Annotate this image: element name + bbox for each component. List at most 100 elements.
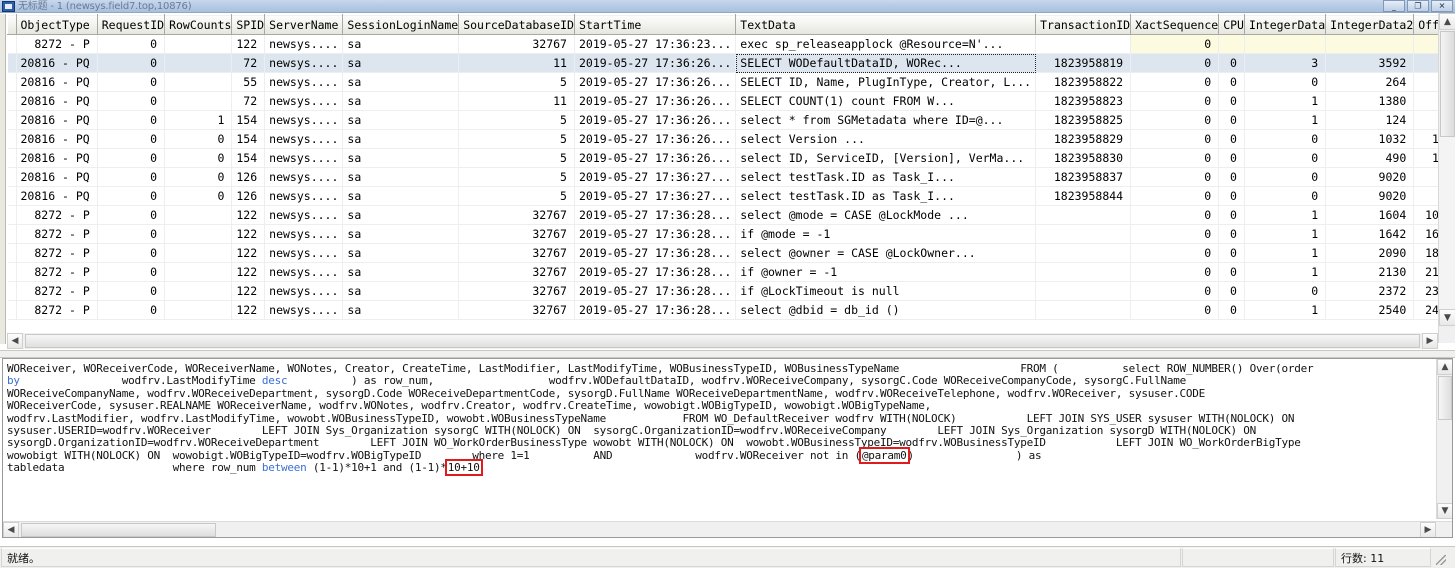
cell-SessionLoginName[interactable]: sa — [342, 148, 460, 168]
column-header-RowCounts[interactable]: RowCounts — [164, 14, 233, 35]
cell-StartTime[interactable]: 2019-05-27 17:36:28... — [574, 205, 737, 225]
grid-body[interactable]: 8272 - P 0 122 newsys.... sa 32767 2019-05-27 … — [7, 34, 1455, 320]
cell-TextData[interactable]: select @dbid = db_id () — [735, 300, 1037, 320]
sql-vertical-scrollbar[interactable]: ▲ ▼ — [1436, 359, 1452, 519]
cell-SessionLoginName[interactable]: sa — [342, 243, 460, 263]
cell-SessionLoginName[interactable]: sa — [342, 300, 460, 320]
cell-CPU[interactable]: 0 — [1218, 110, 1245, 130]
cell-RequestID[interactable]: 0 — [97, 224, 166, 244]
cell-IntegerData2[interactable]: 264 — [1325, 72, 1415, 92]
maximize-button[interactable]: ❐ — [1407, 0, 1429, 12]
cell-rowhdr[interactable] — [7, 205, 17, 225]
cell-SessionLoginName[interactable]: sa — [342, 205, 460, 225]
cell-TransactionID[interactable]: 1823958825 — [1035, 110, 1132, 130]
cell-XactSequence[interactable]: 0 — [1130, 300, 1220, 320]
cell-ServerName[interactable]: newsys.... — [264, 129, 344, 149]
grid-corner-header[interactable] — [7, 14, 17, 35]
cell-ServerName[interactable]: newsys.... — [264, 262, 344, 282]
cell-RequestID[interactable]: 0 — [97, 129, 166, 149]
cell-RequestID[interactable]: 0 — [97, 281, 166, 301]
cell-SourceDatabaseID[interactable]: 5 — [458, 72, 575, 92]
cell-RequestID[interactable]: 0 — [97, 72, 166, 92]
cell-IntegerData2[interactable]: 9020 — [1325, 167, 1415, 187]
cell-CPU[interactable]: 0 — [1218, 224, 1245, 244]
column-header-ServerName[interactable]: ServerName — [264, 14, 344, 35]
cell-TextData[interactable]: select @owner = CASE @LockOwner... — [735, 243, 1037, 263]
cell-XactSequence[interactable]: 0 — [1130, 129, 1220, 149]
cell-RowCounts[interactable] — [164, 53, 233, 73]
cell-ServerName[interactable]: newsys.... — [264, 243, 344, 263]
cell-IntegerData[interactable]: 1 — [1244, 224, 1327, 244]
cell-IntegerData[interactable]: 0 — [1244, 281, 1327, 301]
sql-scroll-up-icon[interactable]: ▲ — [1437, 359, 1452, 375]
cell-ServerName[interactable]: newsys.... — [264, 167, 344, 187]
cell-TransactionID[interactable] — [1035, 300, 1132, 320]
cell-TransactionID[interactable]: 1823958823 — [1035, 91, 1132, 111]
cell-StartTime[interactable]: 2019-05-27 17:36:26... — [574, 91, 737, 111]
cell-IntegerData2[interactable]: 124 — [1325, 110, 1415, 130]
cell-IntegerData2[interactable]: 2130 — [1325, 262, 1415, 282]
table-row[interactable]: 20816 - PQ 0 0 154 newsys.... sa 5 2019-05-27 1… — [7, 148, 1455, 168]
column-header-SourceDatabaseID[interactable]: SourceDatabaseID — [458, 14, 575, 35]
cell-TextData[interactable]: select * from SGMetadata where ID=@... — [735, 110, 1037, 130]
cell-IntegerData[interactable] — [1244, 34, 1327, 54]
table-row[interactable]: 8272 - P 0 122 newsys.... sa 32767 2019-05-27 … — [7, 224, 1455, 244]
sql-scroll-down-icon[interactable]: ▼ — [1437, 503, 1452, 519]
cell-StartTime[interactable]: 2019-05-27 17:36:28... — [574, 300, 737, 320]
cell-rowhdr[interactable] — [7, 148, 17, 168]
table-row[interactable]: 20816 - PQ 0 72 newsys.... sa 11 2019-05-27 17… — [7, 53, 1455, 73]
cell-IntegerData2[interactable]: 1604 — [1325, 205, 1415, 225]
cell-IntegerData[interactable]: 0 — [1244, 148, 1327, 168]
cell-SessionLoginName[interactable]: sa — [342, 53, 460, 73]
cell-RowCounts[interactable]: 1 — [164, 110, 233, 130]
cell-StartTime[interactable]: 2019-05-27 17:36:26... — [574, 148, 737, 168]
cell-SourceDatabaseID[interactable]: 5 — [458, 110, 575, 130]
grid-header-row[interactable]: ObjectType RequestID RowCounts SPID ServerNa… — [7, 14, 1455, 35]
cell-TextData[interactable]: select ID, ServiceID, [Version], VerMa..… — [735, 148, 1037, 168]
cell-TextData[interactable]: if @mode = -1 — [735, 224, 1037, 244]
cell-rowhdr[interactable] — [7, 110, 17, 130]
cell-ObjectType[interactable]: 20816 - PQ — [16, 91, 98, 111]
cell-SPID[interactable]: 122 — [231, 205, 266, 225]
sql-scroll-right-icon[interactable]: ▶ — [1420, 522, 1436, 537]
cell-ObjectType[interactable]: 20816 - PQ — [16, 148, 98, 168]
cell-TextData[interactable]: SELECT COUNT(1) count FROM W... — [735, 91, 1037, 111]
cell-TransactionID[interactable]: 1823958822 — [1035, 72, 1132, 92]
cell-CPU[interactable]: 0 — [1218, 167, 1245, 187]
cell-SessionLoginName[interactable]: sa — [342, 262, 460, 282]
cell-rowhdr[interactable] — [7, 34, 17, 54]
cell-TransactionID[interactable] — [1035, 243, 1132, 263]
cell-SourceDatabaseID[interactable]: 5 — [458, 167, 575, 187]
cell-SourceDatabaseID[interactable]: 32767 — [458, 34, 575, 54]
cell-TransactionID[interactable] — [1035, 281, 1132, 301]
cell-RowCounts[interactable] — [164, 91, 233, 111]
grid-vscroll-track[interactable] — [1439, 137, 1455, 309]
cell-StartTime[interactable]: 2019-05-27 17:36:26... — [574, 110, 737, 130]
cell-XactSequence[interactable]: 0 — [1130, 53, 1220, 73]
table-row[interactable]: 20816 - PQ 0 72 newsys.... sa 11 2019-05-27 17… — [7, 91, 1455, 111]
cell-RequestID[interactable]: 0 — [97, 300, 166, 320]
cell-RowCounts[interactable]: 0 — [164, 186, 233, 206]
grid-vertical-scrollbar[interactable]: ▲ ▼ — [1438, 13, 1455, 343]
cell-rowhdr[interactable] — [7, 224, 17, 244]
cell-SourceDatabaseID[interactable]: 5 — [458, 186, 575, 206]
table-row[interactable]: 8272 - P 0 122 newsys.... sa 32767 2019-05-27 … — [7, 205, 1455, 225]
cell-ObjectType[interactable]: 8272 - P — [16, 300, 98, 320]
column-header-RequestID[interactable]: RequestID — [96, 14, 166, 35]
cell-TextData[interactable]: if @owner = -1 — [735, 262, 1037, 282]
cell-XactSequence[interactable]: 0 — [1130, 262, 1220, 282]
cell-IntegerData[interactable]: 0 — [1244, 186, 1327, 206]
cell-XactSequence[interactable]: 0 — [1130, 110, 1220, 130]
cell-RequestID[interactable]: 0 — [97, 34, 166, 54]
cell-ServerName[interactable]: newsys.... — [264, 53, 344, 73]
cell-SPID[interactable]: 122 — [231, 300, 266, 320]
cell-TextData[interactable]: if @LockTimeout is null — [735, 281, 1037, 301]
cell-ServerName[interactable]: newsys.... — [264, 91, 344, 111]
cell-ObjectType[interactable]: 20816 - PQ — [16, 129, 98, 149]
cell-TextData[interactable]: SELECT ID, Name, PlugInType, Creator, L.… — [735, 72, 1037, 92]
cell-SourceDatabaseID[interactable]: 32767 — [458, 300, 575, 320]
cell-StartTime[interactable]: 2019-05-27 17:36:27... — [574, 167, 737, 187]
cell-SourceDatabaseID[interactable]: 11 — [458, 91, 575, 111]
close-button[interactable]: ✕ — [1431, 0, 1453, 12]
cell-RequestID[interactable]: 0 — [97, 262, 166, 282]
